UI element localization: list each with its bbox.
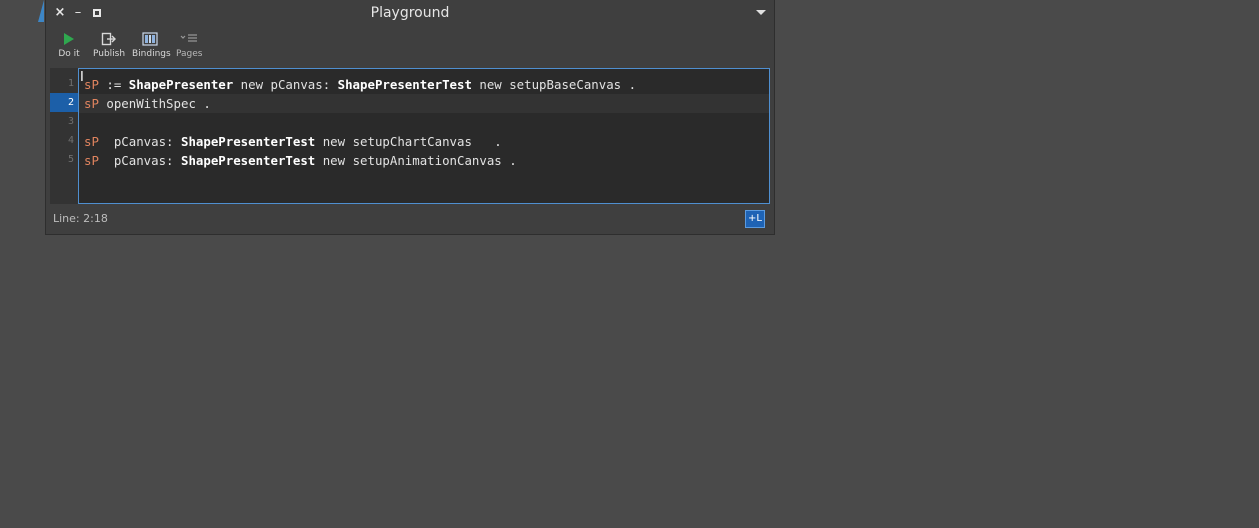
cursor-position: Line: 2:18 bbox=[53, 212, 108, 225]
code-line[interactable]: sP pCanvas: ShapePresenterTest new setup… bbox=[79, 132, 769, 151]
publish-label: Publish bbox=[93, 49, 126, 59]
code-token: sP bbox=[84, 96, 99, 111]
code-token: new setupAnimationCanvas . bbox=[315, 153, 517, 168]
code-line[interactable]: sP := ShapePresenter new pCanvas: ShapeP… bbox=[79, 75, 769, 94]
code-token: pCanvas: bbox=[98, 153, 181, 168]
code-token: pCanvas: bbox=[98, 134, 181, 149]
publish-icon bbox=[101, 32, 116, 46]
window-title: Playground bbox=[370, 5, 450, 21]
line-number-gutter: 1 2 3 4 5 bbox=[50, 68, 78, 204]
code-token: sP bbox=[84, 77, 99, 92]
line-number: 1 bbox=[67, 78, 74, 89]
code-line[interactable]: sP pCanvas: ShapePresenterTest new setup… bbox=[79, 151, 769, 170]
title-bar[interactable]: × – Playground bbox=[46, 0, 774, 27]
pages-label: Pages bbox=[176, 49, 203, 59]
background-window-edge bbox=[38, 0, 44, 22]
text-cursor-icon: I bbox=[80, 70, 84, 85]
code-editor[interactable]: 1 2 3 4 5 sP := ShapePresenter new pCanv… bbox=[50, 68, 770, 204]
line-number-current: 2 bbox=[50, 93, 78, 112]
bindings-icon bbox=[142, 32, 158, 46]
code-token: new setupChartCanvas . bbox=[315, 134, 502, 149]
code-token: ShapePresenterTest bbox=[337, 77, 472, 92]
code-token: new setupBaseCanvas . bbox=[471, 77, 637, 92]
doit-label: Do it bbox=[58, 49, 80, 59]
window-menu-button[interactable] bbox=[756, 10, 766, 15]
line-number: 4 bbox=[67, 135, 74, 146]
code-line-current[interactable]: sP openWithSpec . bbox=[79, 94, 769, 113]
code-token: sP bbox=[84, 134, 99, 149]
pages-button[interactable]: Pages bbox=[176, 29, 202, 59]
doit-button[interactable]: Do it bbox=[56, 29, 82, 59]
code-token: sP bbox=[84, 153, 99, 168]
line-number: 5 bbox=[67, 154, 74, 165]
play-icon bbox=[64, 33, 74, 45]
toolbar: Do it Publish Bindings Pages bbox=[46, 29, 774, 65]
code-token: openWithSpec . bbox=[98, 96, 211, 111]
code-token: ShapePresenterTest bbox=[180, 134, 316, 149]
bindings-label: Bindings bbox=[132, 49, 171, 59]
publish-button[interactable]: Publish bbox=[93, 29, 125, 59]
bindings-button[interactable]: Bindings bbox=[132, 29, 171, 59]
code-text-area[interactable]: sP := ShapePresenter new pCanvas: ShapeP… bbox=[78, 68, 770, 204]
line-numbers-toggle[interactable]: +L bbox=[745, 210, 765, 228]
pages-icon bbox=[180, 34, 197, 42]
code-token: new pCanvas: bbox=[233, 77, 338, 92]
status-bar: Line: 2:18 +L bbox=[46, 206, 774, 234]
code-token: := bbox=[98, 77, 129, 92]
code-token: ShapePresenterTest bbox=[180, 153, 316, 168]
code-line[interactable] bbox=[79, 113, 769, 132]
playground-window: × – Playground Do it Publish Bindings Pa… bbox=[45, 0, 775, 235]
code-token: ShapePresenter bbox=[128, 77, 234, 92]
desktop: × – Playground Do it Publish Bindings Pa… bbox=[0, 0, 1259, 528]
line-number: 3 bbox=[67, 116, 74, 127]
